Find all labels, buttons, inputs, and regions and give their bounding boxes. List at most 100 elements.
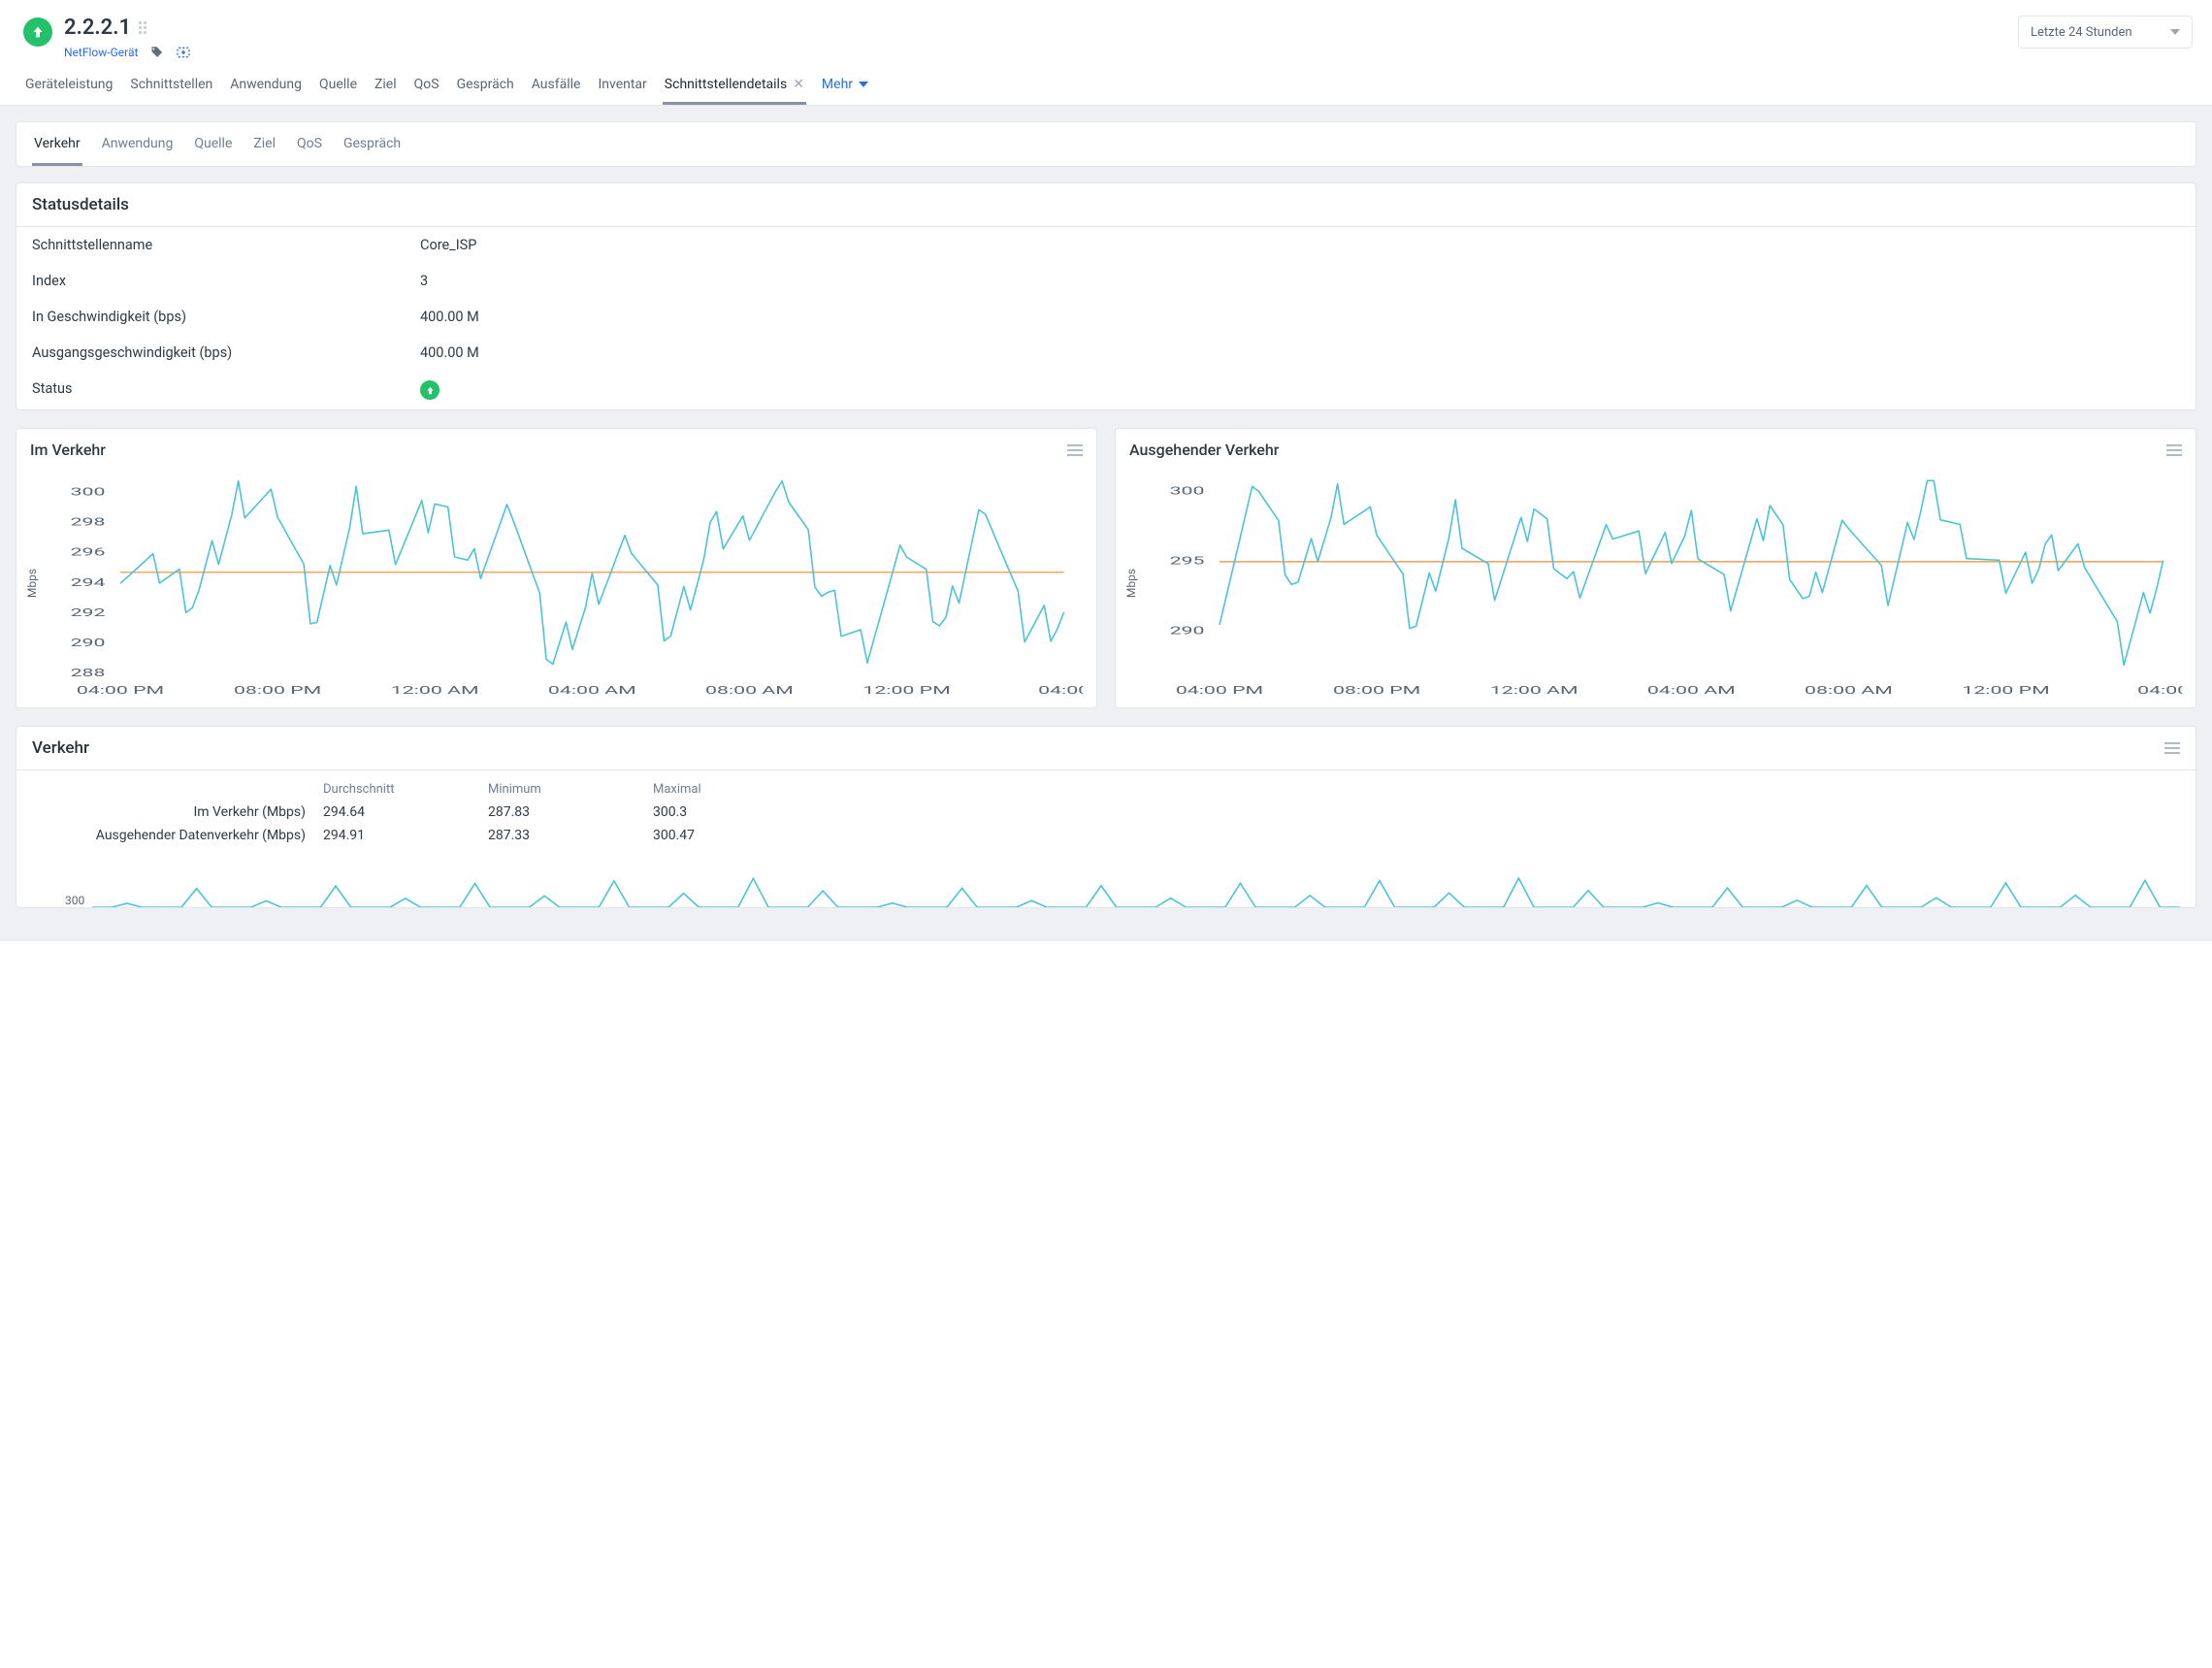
tab-item[interactable]: Quelle <box>317 65 359 105</box>
device-type-link[interactable]: NetFlow-Gerät <box>64 46 138 59</box>
kv-row: In Geschwindigkeit (bps)400.00 M <box>16 299 2196 335</box>
y-tick: 300 <box>65 894 84 907</box>
kv-key: In Geschwindigkeit (bps) <box>32 309 420 325</box>
kv-row: SchnittstellennameCore_ISP <box>16 227 2196 263</box>
y-axis-label: Mbps <box>1124 569 1138 598</box>
kv-row: Index3 <box>16 263 2196 299</box>
panel-title: Statusdetails <box>32 195 129 214</box>
timerange-label: Letzte 24 Stunden <box>2031 25 2132 40</box>
top-tabs: Geräteleistung Schnittstellen Anwendung Que… <box>0 65 2212 106</box>
kv-row: Ausgangsgeschwindigkeit (bps)400.00 M <box>16 335 2196 371</box>
kv-value: 3 <box>420 273 428 289</box>
svg-text:288: 288 <box>71 667 106 679</box>
timerange-select[interactable]: Letzte 24 Stunden <box>2018 16 2193 49</box>
kv-value <box>420 380 439 400</box>
tab-item[interactable]: Schnittstellen <box>128 65 214 105</box>
sub-tab-item[interactable]: Ziel <box>251 122 277 166</box>
svg-text:08:00 PM: 08:00 PM <box>1333 684 1420 697</box>
table-row-label: Im Verkehr (Mbps) <box>32 801 323 824</box>
chart-title: Im Verkehr <box>30 441 106 459</box>
svg-text:12:00 AM: 12:00 AM <box>1490 684 1578 697</box>
sub-tab-item[interactable]: Quelle <box>192 122 234 166</box>
drag-handle-icon[interactable] <box>139 21 146 34</box>
table-header: Maximal <box>653 778 818 801</box>
kv-key: Index <box>32 273 420 289</box>
table-header: Durchschnitt <box>323 778 488 801</box>
sub-tab-item[interactable]: Verkehr <box>32 122 82 166</box>
svg-text:295: 295 <box>1170 555 1205 568</box>
svg-text:04:00: 04:00 <box>1038 684 1083 697</box>
close-icon[interactable]: ✕ <box>793 77 804 92</box>
svg-text:08:00 AM: 08:00 AM <box>705 684 794 697</box>
sub-tabs-wrap: Verkehr Anwendung Quelle Ziel QoS Gespräch <box>16 121 2196 167</box>
svg-text:290: 290 <box>71 637 106 649</box>
svg-text:04:00: 04:00 <box>2137 684 2182 697</box>
table-header: Minimum <box>488 778 653 801</box>
kv-key: Ausgangsgeschwindigkeit (bps) <box>32 344 420 361</box>
chart-menu-icon[interactable] <box>2166 444 2182 456</box>
cell-avg: 294.91 <box>323 824 488 847</box>
cell-min: 287.33 <box>488 824 653 847</box>
kv-key: Schnittstellenname <box>32 237 420 253</box>
tab-item[interactable]: Geräteleistung <box>23 65 114 105</box>
svg-text:04:00 PM: 04:00 PM <box>1176 684 1263 697</box>
tab-item[interactable]: Anwendung <box>228 65 304 105</box>
sub-tab-item[interactable]: Gespräch <box>342 122 403 166</box>
tab-item[interactable]: Ausfälle <box>530 65 583 105</box>
svg-text:296: 296 <box>71 546 106 559</box>
sub-tab-item[interactable]: Anwendung <box>100 122 176 166</box>
kv-value: 400.00 M <box>420 344 479 361</box>
tag-icon[interactable] <box>147 44 165 61</box>
svg-text:298: 298 <box>71 516 106 529</box>
cell-avg: 294.64 <box>323 801 488 824</box>
chart-out-traffic: Ausgehender Verkehr Mbps 29029530004:00 … <box>1115 428 2196 708</box>
sub-tab-item[interactable]: QoS <box>295 122 324 166</box>
status-up-icon <box>23 17 52 47</box>
y-axis-label: Mbps <box>25 569 39 598</box>
svg-text:292: 292 <box>71 606 106 619</box>
assign-icon[interactable] <box>175 44 192 61</box>
chevron-down-icon <box>859 82 868 87</box>
tab-item[interactable]: Gespräch <box>455 65 516 105</box>
chevron-down-icon <box>2170 29 2180 35</box>
svg-text:08:00 AM: 08:00 AM <box>1805 684 1893 697</box>
svg-text:12:00 AM: 12:00 AM <box>391 684 479 697</box>
chart-menu-icon[interactable] <box>1067 444 1083 456</box>
table-row-label: Ausgehender Datenverkehr (Mbps) <box>32 824 323 847</box>
device-ip: 2.2.2.1 <box>64 16 131 40</box>
svg-text:300: 300 <box>1170 485 1205 498</box>
tab-label: Schnittstellendetails <box>665 77 787 92</box>
svg-text:290: 290 <box>1170 625 1205 638</box>
svg-text:08:00 PM: 08:00 PM <box>234 684 321 697</box>
subtitle: NetFlow-Gerät <box>64 44 192 61</box>
status-details-panel: Statusdetails SchnittstellennameCore_ISP… <box>16 182 2196 410</box>
chart-canvas: Mbps 29029530004:00 PM08:00 PM12:00 AM04… <box>1129 467 2182 700</box>
svg-text:04:00 AM: 04:00 AM <box>548 684 636 697</box>
svg-text:300: 300 <box>71 486 106 499</box>
cell-min: 287.83 <box>488 801 653 824</box>
svg-text:294: 294 <box>71 576 106 589</box>
kv-key: Status <box>32 380 420 400</box>
svg-text:04:00 PM: 04:00 PM <box>77 684 164 697</box>
bottom-chart-stub: 300 <box>16 851 2196 907</box>
sub-tabs: Verkehr Anwendung Quelle Ziel QoS Gespräch <box>32 122 2180 166</box>
tab-item[interactable]: QoS <box>412 65 441 105</box>
panel-menu-icon[interactable] <box>2164 742 2180 754</box>
page-header: 2.2.2.1 NetFlow-Gerät Letzte 24 Stunden <box>0 0 2212 65</box>
tab-item[interactable]: Inventar <box>596 65 648 105</box>
panel-header: Statusdetails <box>16 183 2196 227</box>
svg-text:04:00 AM: 04:00 AM <box>1647 684 1736 697</box>
title-block: 2.2.2.1 NetFlow-Gerät <box>23 16 192 61</box>
chart-in-traffic: Im Verkehr Mbps 288 290 292 294 296 298 300 04:… <box>16 428 1097 708</box>
tab-active[interactable]: Schnittstellendetails ✕ <box>663 65 806 105</box>
tab-more[interactable]: Mehr <box>820 65 870 105</box>
kv-row: Status <box>16 371 2196 409</box>
page-title: 2.2.2.1 <box>64 16 192 40</box>
status-up-icon <box>420 380 439 400</box>
table-header <box>32 778 323 801</box>
kv-value: 400.00 M <box>420 309 479 325</box>
tab-item[interactable]: Ziel <box>373 65 399 105</box>
cell-max: 300.3 <box>653 801 818 824</box>
svg-text:12:00 PM: 12:00 PM <box>862 684 950 697</box>
traffic-summary-panel: Verkehr DurchschnittMinimumMaximalIm Ver… <box>16 726 2196 908</box>
